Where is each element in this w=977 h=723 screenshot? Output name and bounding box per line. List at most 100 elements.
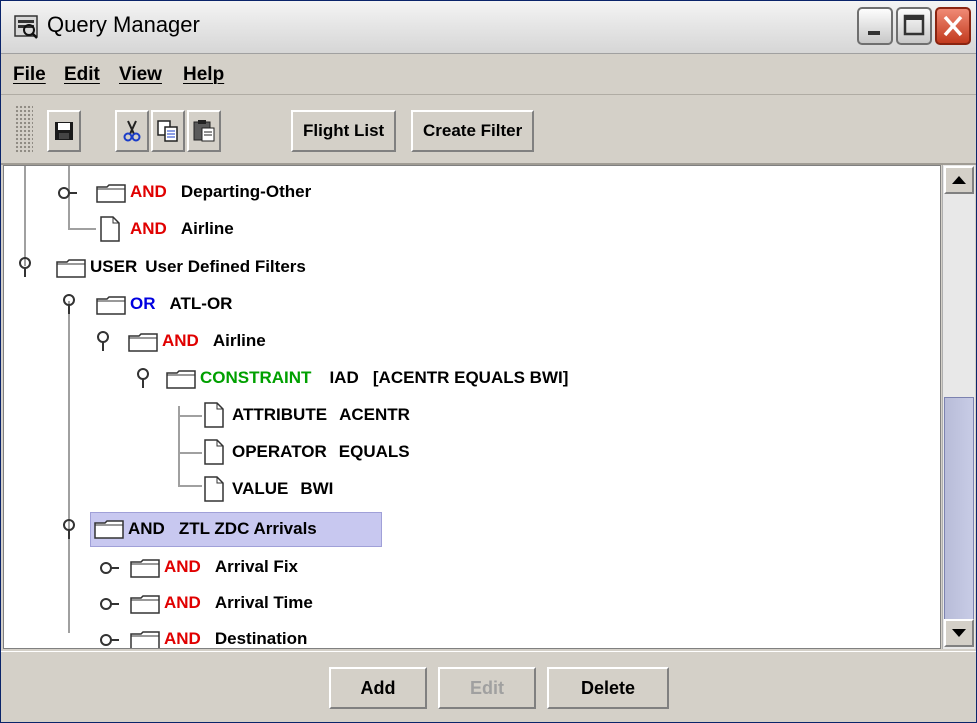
tree-node-label: AND Arrival Fix — [164, 557, 298, 577]
tree-node-label: AND ZTL ZDC Arrivals — [128, 519, 317, 539]
folder-icon — [128, 333, 158, 352]
collapsed-handle-icon[interactable] — [98, 557, 120, 579]
node-type: OPERATOR — [232, 442, 327, 461]
expanded-handle-icon[interactable] — [58, 293, 80, 315]
flight-list-button[interactable]: Flight List — [291, 110, 397, 152]
collapsed-handle-icon[interactable] — [56, 182, 78, 204]
tree-row[interactable]: AND Airline — [4, 211, 934, 247]
tree-row[interactable]: AND Arrival Fix — [4, 549, 934, 585]
document-icon — [100, 216, 120, 242]
tree-node-label: ATTRIBUTE ACENTR — [232, 405, 410, 425]
close-button[interactable] — [935, 7, 971, 45]
menu-bar: File Edit View Help — [1, 54, 976, 95]
expanded-handle-icon[interactable] — [92, 330, 114, 352]
create-filter-button[interactable]: Create Filter — [411, 110, 535, 152]
tree-node-label: OR ATL-OR — [130, 294, 232, 314]
menu-view[interactable]: View — [119, 64, 162, 86]
arrow-up-icon — [952, 176, 966, 184]
save-button[interactable] — [47, 110, 81, 152]
cut-button[interactable] — [115, 110, 149, 152]
tree-row[interactable]: ATTRIBUTE ACENTR — [4, 397, 934, 433]
expanded-handle-icon[interactable] — [58, 518, 80, 540]
tree-node-label: OPERATOR EQUALS — [232, 442, 410, 462]
node-name: IAD [ACENTR EQUALS BWI] — [329, 368, 569, 387]
menu-edit[interactable]: Edit — [64, 64, 100, 86]
scroll-down-button[interactable] — [944, 619, 974, 647]
node-name: Airline — [180, 219, 234, 238]
expanded-handle-icon[interactable] — [132, 367, 154, 389]
node-name: Arrival Fix — [214, 557, 298, 576]
folder-icon — [96, 296, 126, 315]
node-type: AND — [130, 219, 167, 238]
document-icon — [204, 402, 224, 428]
tree-node-label: AND Arrival Time — [164, 593, 313, 613]
node-type: AND — [164, 629, 201, 648]
tree-node-label: VALUE BWI — [232, 479, 333, 499]
node-name: Destination — [214, 629, 308, 648]
add-button[interactable]: Add — [329, 667, 427, 709]
tree-row[interactable]: AND Airline — [4, 323, 934, 359]
folder-icon — [130, 595, 160, 614]
button-panel: Add Edit Delete — [1, 651, 976, 722]
copy-icon — [157, 120, 178, 142]
toolbar-grip[interactable] — [15, 105, 33, 153]
close-icon — [943, 15, 963, 37]
window-title: Query Manager — [47, 12, 200, 37]
minimize-button[interactable] — [857, 7, 893, 45]
menu-help[interactable]: Help — [183, 64, 224, 86]
folder-icon — [56, 259, 86, 278]
delete-button[interactable]: Delete — [547, 667, 669, 709]
collapsed-handle-icon[interactable] — [98, 593, 120, 615]
title-bar[interactable]: Query Manager — [1, 1, 976, 54]
tree-node-label: USER User Defined Filters — [90, 257, 306, 277]
node-type: USER — [90, 257, 138, 276]
scrollbar-thumb[interactable] — [944, 397, 974, 625]
node-type: VALUE — [232, 479, 289, 498]
copy-button[interactable] — [151, 110, 185, 152]
node-name: Departing-Other — [180, 182, 312, 201]
minimize-icon — [868, 31, 880, 35]
scroll-up-button[interactable] — [944, 166, 974, 194]
folder-icon — [166, 370, 196, 389]
tree-row[interactable]: AND Departing-Other — [4, 174, 934, 210]
paste-button[interactable] — [187, 110, 221, 152]
maximize-icon — [903, 14, 925, 36]
paste-icon — [193, 120, 215, 142]
filter-tree[interactable]: AND Departing-Other AND Airline USER User D… — [3, 165, 941, 649]
collapsed-handle-icon[interactable] — [98, 629, 120, 649]
node-name: ATL-OR — [169, 294, 233, 313]
tree-row-selected[interactable]: AND ZTL ZDC Arrivals — [4, 511, 934, 547]
tree-row[interactable]: USER User Defined Filters — [4, 249, 934, 285]
tree-node-label: AND Departing-Other — [130, 182, 311, 202]
tree-row[interactable]: CONSTRAINT IAD [ACENTR EQUALS BWI] — [4, 360, 934, 396]
tree-row[interactable]: VALUE BWI — [4, 471, 934, 507]
save-icon — [55, 122, 73, 140]
tree-row[interactable]: AND Arrival Time — [4, 585, 934, 621]
tree-node-label: CONSTRAINT IAD [ACENTR EQUALS BWI] — [200, 368, 568, 388]
document-icon — [204, 439, 224, 465]
node-type: ATTRIBUTE — [232, 405, 328, 424]
tree-row[interactable]: OR ATL-OR — [4, 286, 934, 322]
expanded-handle-icon[interactable] — [14, 256, 36, 278]
edit-button[interactable]: Edit — [438, 667, 536, 709]
node-name: User Defined Filters — [145, 257, 306, 276]
cut-icon — [123, 120, 141, 142]
node-type: AND — [162, 331, 199, 350]
node-type: AND — [130, 182, 167, 201]
node-name: Arrival Time — [214, 593, 313, 612]
node-name: ACENTR — [339, 405, 410, 424]
document-icon — [204, 476, 224, 502]
node-type: AND — [128, 519, 165, 538]
menu-file[interactable]: File — [13, 64, 46, 86]
query-manager-icon — [14, 15, 38, 39]
folder-icon — [94, 520, 124, 539]
folder-icon — [130, 631, 160, 648]
tree-row[interactable]: AND Destination — [4, 621, 934, 649]
node-name: BWI — [300, 479, 334, 498]
maximize-button[interactable] — [896, 7, 932, 45]
vertical-scrollbar[interactable] — [942, 165, 975, 649]
node-name: EQUALS — [338, 442, 410, 461]
folder-icon — [130, 559, 160, 578]
node-type: CONSTRAINT — [200, 368, 312, 387]
tree-row[interactable]: OPERATOR EQUALS — [4, 434, 934, 470]
